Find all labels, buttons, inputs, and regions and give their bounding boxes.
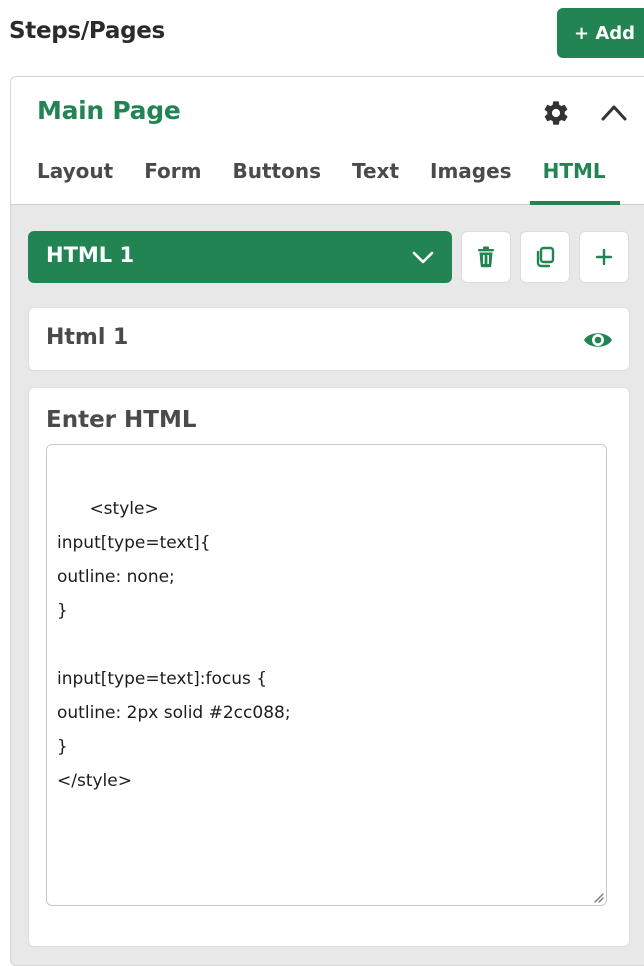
html-item-name: Html 1: [46, 325, 129, 350]
html-block-select[interactable]: HTML 1: [28, 231, 452, 283]
trash-icon: [478, 246, 494, 268]
editor-label: Enter HTML: [46, 407, 197, 433]
chevron-down-icon: [412, 251, 434, 264]
page-panel: Main Page Layout Form Buttons Text Image…: [10, 76, 644, 966]
tab-layout[interactable]: Layout: [37, 157, 113, 205]
eye-icon[interactable]: [582, 327, 614, 353]
html-code-textarea[interactable]: <style> input[type=text]{ outline: none;…: [46, 444, 607, 906]
delete-button[interactable]: [461, 231, 511, 283]
html-item-card[interactable]: Html 1: [28, 307, 630, 371]
tab-text[interactable]: Text: [352, 157, 399, 205]
tab-form[interactable]: Form: [144, 157, 201, 205]
copy-icon: [536, 246, 555, 268]
header: Steps/Pages + Add: [0, 0, 644, 70]
resize-grip-icon[interactable]: [590, 889, 604, 903]
add-step-button[interactable]: + Add: [557, 8, 644, 58]
panel-title: Main Page: [37, 96, 181, 125]
tab-html[interactable]: HTML: [529, 157, 620, 205]
html-block-select-value: HTML 1: [46, 243, 135, 267]
tab-images[interactable]: Images: [430, 157, 512, 205]
gear-icon[interactable]: [542, 99, 570, 127]
panel-tabs: Layout Form Buttons Text Images HTML: [37, 157, 637, 205]
duplicate-button[interactable]: [520, 231, 570, 283]
html-code-content: <style> input[type=text]{ outline: none;…: [57, 499, 291, 791]
panel-header: Main Page Layout Form Buttons Text Image…: [11, 77, 644, 205]
add-html-button[interactable]: [579, 231, 629, 283]
chevron-up-icon[interactable]: [600, 101, 628, 123]
html-editor-card: Enter HTML <style> input[type=text]{ out…: [28, 387, 630, 947]
page-title: Steps/Pages: [9, 18, 165, 44]
plus-icon: [595, 248, 613, 266]
tab-buttons[interactable]: Buttons: [233, 157, 322, 205]
